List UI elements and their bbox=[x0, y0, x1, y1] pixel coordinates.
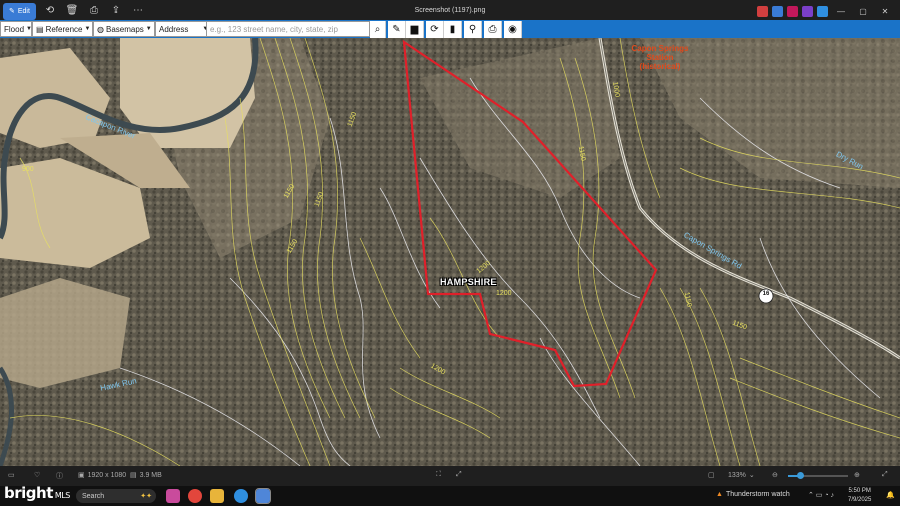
fit-icon[interactable]: ⛶ bbox=[436, 471, 441, 479]
flood-dropdown[interactable]: Flood ▼ bbox=[0, 21, 32, 37]
more-icon[interactable]: ⋯ bbox=[130, 3, 146, 19]
notification-icon[interactable]: 🔔 bbox=[886, 491, 895, 499]
title-bar-right: — ▢ ✕ bbox=[757, 3, 894, 19]
maximize-icon[interactable]: ▢ bbox=[854, 3, 872, 19]
file-explorer-icon[interactable] bbox=[210, 489, 224, 503]
reference-label: Reference bbox=[45, 24, 83, 34]
zoom-in-icon[interactable]: ⊕ bbox=[854, 471, 860, 479]
refresh-icon[interactable]: ⟳ bbox=[426, 21, 444, 38]
print-icon[interactable]: ⎙ bbox=[484, 21, 502, 38]
search-icon[interactable]: ⌕ bbox=[370, 21, 386, 38]
copilot-icon[interactable] bbox=[166, 489, 180, 503]
address-dropdown[interactable]: Address▼ bbox=[155, 21, 208, 37]
filmstrip-icon[interactable]: ▭ bbox=[8, 471, 15, 479]
photos-status-bar: ▭ ♡ ⓘ ▣ 1920 x 1080 ▤ 3.9 MB ⛶ ⤢ ▢ 133% … bbox=[0, 466, 900, 486]
search-label: Search bbox=[82, 492, 105, 500]
onedrive-icon[interactable] bbox=[817, 5, 828, 17]
weather-widget[interactable]: ▲ Thunderstorm watch bbox=[716, 491, 790, 498]
chevron-down-icon: ▼ bbox=[145, 26, 152, 32]
target-icon[interactable]: ◉ bbox=[504, 21, 522, 38]
link-icon[interactable]: ⚲ bbox=[464, 21, 482, 38]
zoom-text: 133% bbox=[728, 471, 746, 479]
app-icon-1[interactable] bbox=[757, 5, 768, 17]
map-canvas[interactable]: Capon Springs Station (historical) HAMPS… bbox=[0, 38, 900, 466]
share-icon[interactable]: ⇪ bbox=[108, 3, 124, 19]
fullscreen-icon[interactable]: ⤢ bbox=[882, 471, 888, 479]
contour-label: 1200 bbox=[496, 290, 512, 297]
close-icon[interactable]: ✕ bbox=[876, 3, 894, 19]
chevron-down-icon: ⌄ bbox=[748, 472, 755, 479]
field bbox=[120, 38, 255, 148]
favorite-icon[interactable]: ♡ bbox=[34, 471, 40, 479]
crop-icon[interactable]: ⤢ bbox=[456, 471, 462, 479]
address-search-input[interactable] bbox=[206, 21, 370, 37]
print-icon[interactable]: ⎙ bbox=[86, 3, 102, 19]
zoom-out-icon[interactable]: ⊖ bbox=[772, 471, 778, 479]
basemaps-dropdown[interactable]: ◍ Basemaps ▼ bbox=[93, 21, 155, 37]
edit-button[interactable]: ✎ Edit bbox=[3, 2, 36, 20]
warning-icon: ▲ bbox=[716, 491, 723, 498]
photos-window: ✎ Edit ⟲ 🗑 ⎙ ⇪ ⋯ Screenshot (1197).png —… bbox=[0, 0, 900, 506]
globe-icon: ◍ bbox=[97, 24, 104, 34]
watermark-suffix: MLS bbox=[54, 491, 70, 500]
weather-text: Thunderstorm watch bbox=[725, 491, 790, 498]
actual-size-icon[interactable]: ▢ bbox=[708, 471, 715, 479]
contour-label: 900 bbox=[22, 166, 34, 173]
comment-icon[interactable]: ▆ bbox=[406, 21, 424, 38]
chrome-icon[interactable] bbox=[188, 489, 202, 503]
layers-icon: ▤ bbox=[36, 24, 44, 34]
taskbar-search[interactable]: Search ✦✦ bbox=[76, 489, 156, 503]
sparkle-icon: ✦✦ bbox=[140, 493, 152, 500]
photos-icon[interactable] bbox=[255, 488, 271, 504]
station-label: Capon Springs Station (historical) bbox=[631, 44, 689, 71]
zoom-dropdown[interactable]: 133% ⌄ bbox=[728, 471, 755, 480]
document-icon[interactable]: ▮ bbox=[444, 21, 462, 38]
zoom-slider[interactable] bbox=[788, 472, 848, 479]
image-dimensions: ▣ 1920 x 1080 bbox=[78, 471, 127, 480]
bright-mls-watermark: bright MLS bbox=[4, 484, 70, 502]
aerial-map-svg bbox=[0, 38, 900, 466]
map-toolbar: Flood▼ ▤ Reference▼ ◍ Basemaps▼ Address▼… bbox=[0, 20, 900, 38]
app-icon-4[interactable] bbox=[802, 5, 813, 17]
title-bar: ✎ Edit ⟲ 🗑 ⎙ ⇪ ⋯ Screenshot (1197).png —… bbox=[0, 0, 900, 22]
reference-dropdown[interactable]: ▤ Reference ▼ bbox=[32, 21, 93, 37]
pencil-icon[interactable]: ✎ bbox=[388, 21, 406, 38]
flood-label: Flood bbox=[4, 24, 25, 34]
info-icon[interactable]: ⓘ bbox=[56, 471, 63, 481]
filesize-text: 3.9 MB bbox=[139, 471, 162, 479]
zoom-slider-thumb[interactable] bbox=[797, 472, 804, 479]
file-size: ▤ 3.9 MB bbox=[130, 471, 162, 480]
basemaps-label: Basemaps bbox=[105, 24, 144, 34]
minimize-icon[interactable]: — bbox=[832, 3, 850, 19]
watermark-text: bright bbox=[4, 484, 53, 502]
edit-button-label: Edit bbox=[17, 7, 30, 15]
delete-icon[interactable]: 🗑 bbox=[64, 3, 80, 19]
address-label: Address bbox=[159, 24, 189, 34]
chevron-down-icon: ▼ bbox=[84, 26, 91, 32]
edge-icon[interactable] bbox=[234, 489, 248, 503]
edit-icon: ✎ bbox=[9, 8, 15, 15]
app-icon-2[interactable] bbox=[772, 5, 783, 17]
tray-icons[interactable]: ⌃ ▭ ◔ ♪ bbox=[808, 491, 834, 499]
windows-taskbar: Search ✦✦ ▲ Thunderstorm watch ⌃ ▭ ◔ ♪ 5… bbox=[0, 486, 900, 506]
date-text: 7/9/2025 bbox=[848, 497, 872, 503]
clock[interactable]: 5:50 PM 7/9/2025 bbox=[848, 487, 871, 505]
image-icon: ▣ bbox=[78, 472, 85, 479]
road-number-label: 16 bbox=[762, 291, 770, 297]
app-icon-3[interactable] bbox=[787, 5, 798, 17]
time-text: 5:50 PM bbox=[848, 488, 871, 494]
dimensions-text: 1920 x 1080 bbox=[87, 471, 127, 479]
rotate-icon[interactable]: ⟲ bbox=[42, 3, 58, 19]
county-label: HAMPSHIRE bbox=[440, 277, 497, 287]
file-icon: ▤ bbox=[130, 472, 137, 479]
